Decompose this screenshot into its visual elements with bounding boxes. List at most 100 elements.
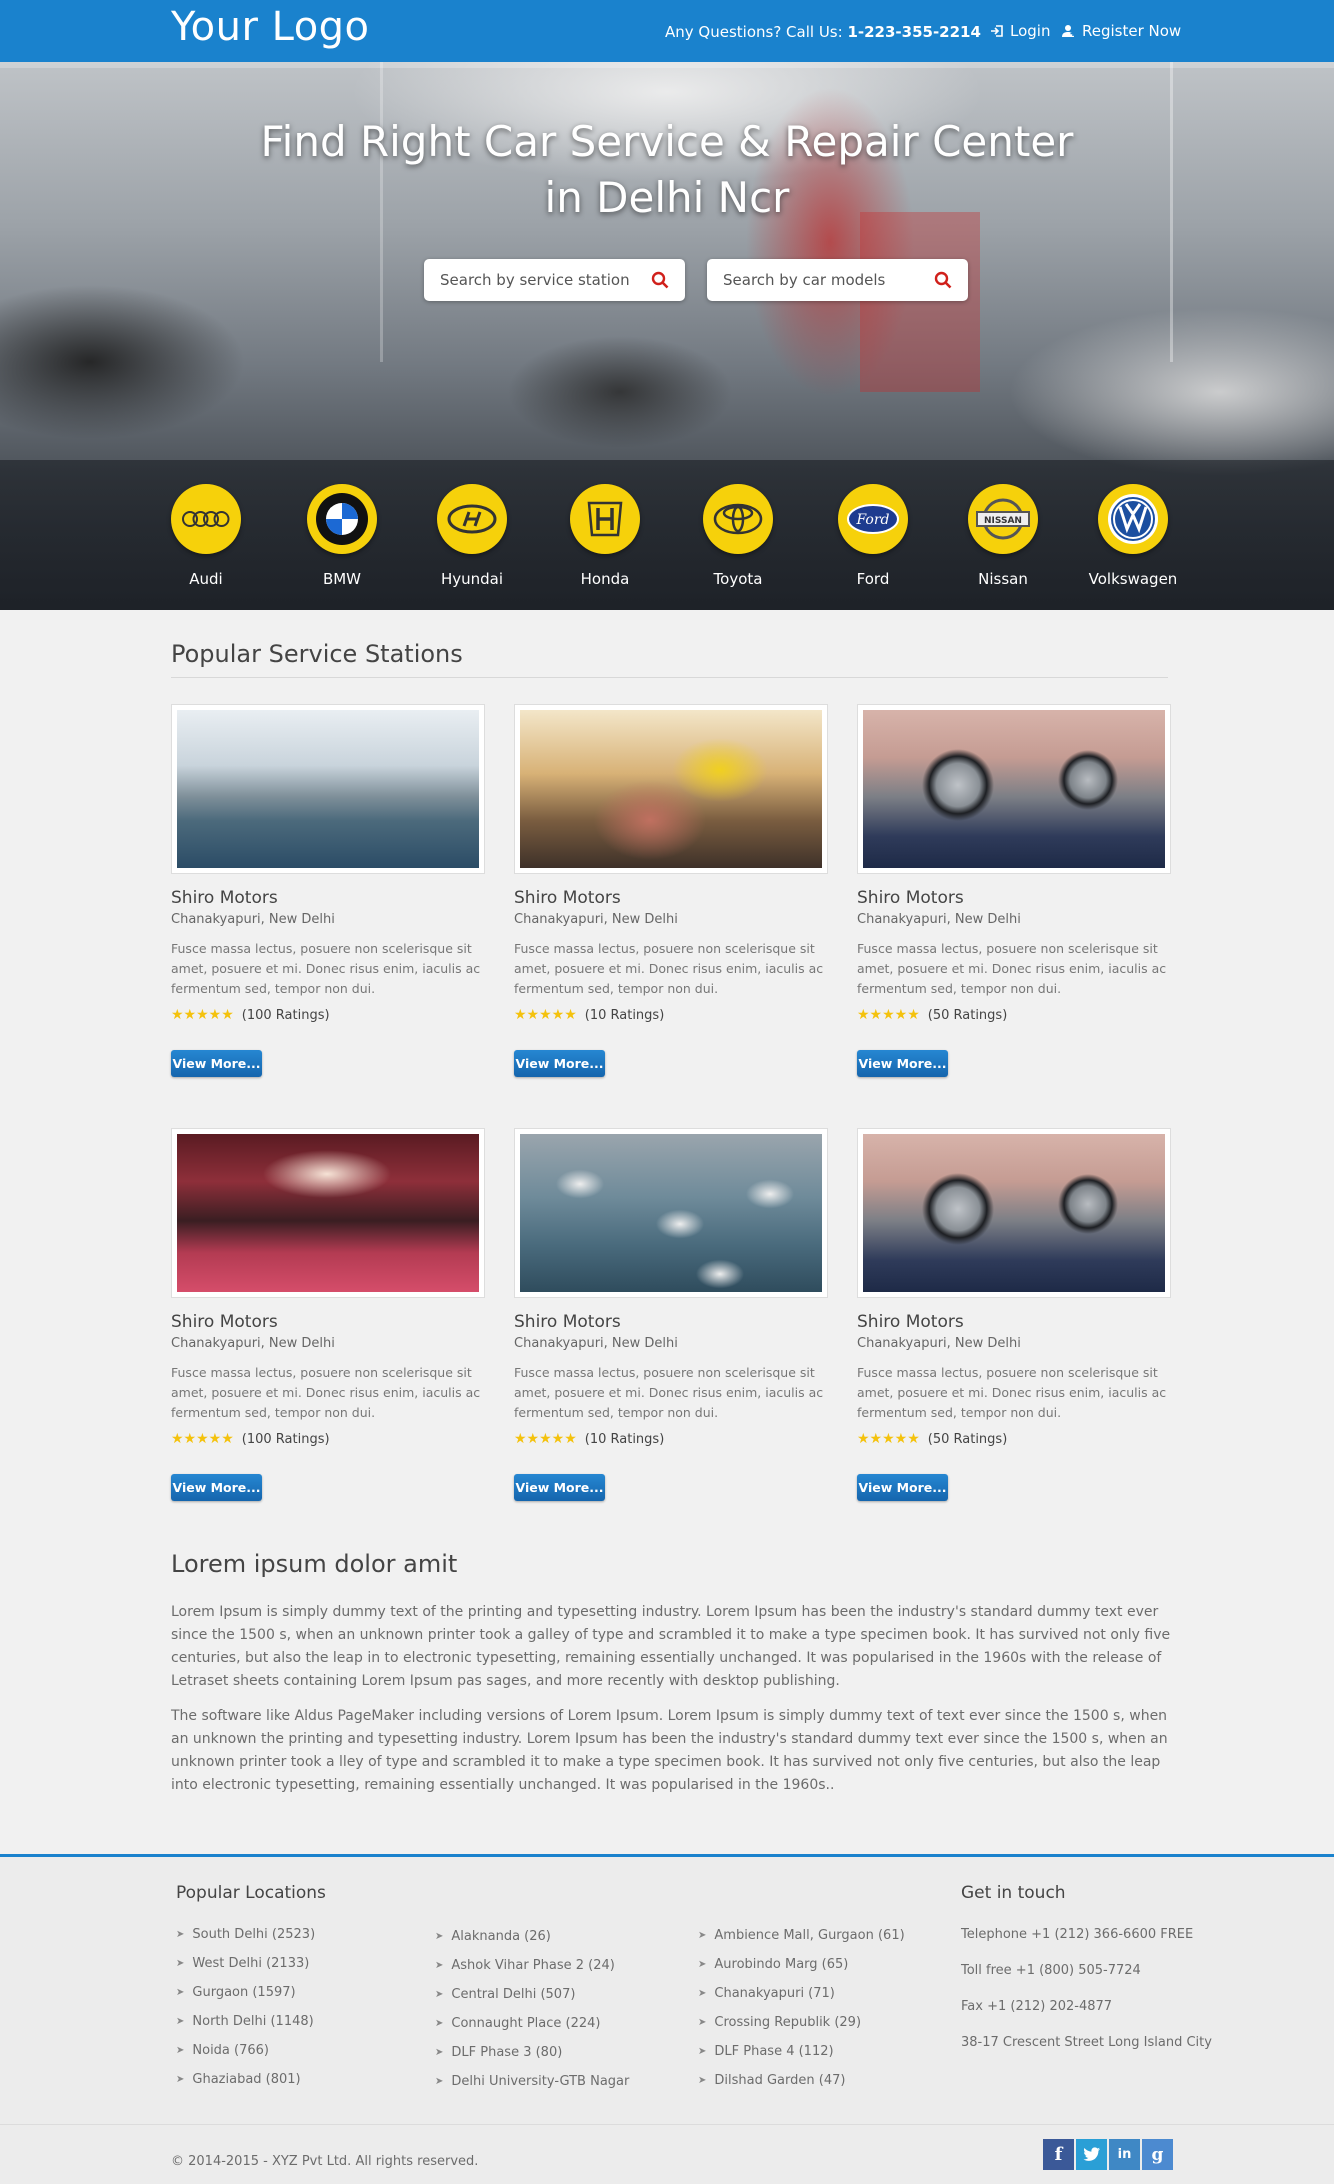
view-more-button[interactable]: View More... <box>171 1050 262 1077</box>
location-link[interactable]: ➤ Central Delhi (507) <box>435 1980 629 2009</box>
location-link[interactable]: ➤ DLF Phase 3 (80) <box>435 2038 629 2067</box>
twitter-icon[interactable] <box>1076 2139 1107 2170</box>
service-name[interactable]: Shiro Motors <box>857 888 1187 908</box>
service-image-frame[interactable] <box>857 1128 1171 1298</box>
location-link[interactable]: ➤ Alaknanda (26) <box>435 1922 629 1951</box>
phone-number[interactable]: 1-223-355-2214 <box>847 23 980 41</box>
brand-honda[interactable]: Honda <box>550 484 660 588</box>
linkedin-icon[interactable]: in <box>1109 2139 1140 2170</box>
view-more-button[interactable]: View More... <box>857 1474 948 1501</box>
service-location: Chanakyapuri, New Delhi <box>171 1336 335 1351</box>
service-name[interactable]: Shiro Motors <box>171 1312 501 1332</box>
service-description: Fusce massa lectus, posuere non sceleris… <box>857 1365 1167 1420</box>
hero-title: Find Right Car Service & Repair Center i… <box>0 114 1334 226</box>
svg-text:NISSAN: NISSAN <box>984 516 1022 526</box>
location-link[interactable]: ➤ Crossing Republik (29) <box>698 2008 905 2037</box>
car-brands-bar: Audi BMW Hyundai Honda Toyota Ford Ford … <box>0 460 1334 610</box>
rating-stars-icon: ★★★★★ <box>514 1007 577 1023</box>
service-image <box>177 710 479 868</box>
about-paragraph-2: The software like Aldus PageMaker includ… <box>171 1708 1168 1793</box>
service-rating: ★★★★★ (100 Ratings) <box>171 1431 501 1447</box>
location-link[interactable]: ➤ South Delhi (2523) <box>176 1920 315 1949</box>
google-plus-icon[interactable]: g <box>1142 2139 1173 2170</box>
service-location: Chanakyapuri, New Delhi <box>171 912 335 927</box>
location-label: Connaught Place (224) <box>451 2016 601 2031</box>
location-link[interactable]: ➤ Dilshad Garden (47) <box>698 2066 905 2095</box>
location-link[interactable]: ➤ Chanakyapuri (71) <box>698 1979 905 2008</box>
location-label: Ghaziabad (801) <box>192 2072 301 2087</box>
about-title: Lorem ipsum dolor amit <box>171 1550 458 1578</box>
site-logo[interactable]: Your Logo <box>171 4 370 50</box>
location-link[interactable]: ➤ Noida (766) <box>176 2036 315 2065</box>
location-link[interactable]: ➤ West Delhi (2133) <box>176 1949 315 1978</box>
service-image-frame[interactable] <box>171 1128 485 1298</box>
location-label: South Delhi (2523) <box>192 1927 316 1942</box>
rating-count: (50 Ratings) <box>927 1431 1008 1447</box>
service-name[interactable]: Shiro Motors <box>514 888 844 908</box>
login-link[interactable]: Login <box>990 22 1050 40</box>
location-link[interactable]: ➤ Connaught Place (224) <box>435 2009 629 2038</box>
arrow-right-icon: ➤ <box>435 1989 444 2000</box>
arrow-right-icon: ➤ <box>698 1930 707 1941</box>
location-label: Noida (766) <box>192 2043 269 2058</box>
nissan-logo-icon: NISSAN <box>968 484 1038 554</box>
service-location: Chanakyapuri, New Delhi <box>514 912 678 927</box>
rating-count: (10 Ratings) <box>584 1007 665 1023</box>
arrow-right-icon: ➤ <box>176 1929 185 1940</box>
location-link[interactable]: ➤ Gurgaon (1597) <box>176 1978 315 2007</box>
hero-title-line-2: in Delhi Ncr <box>544 173 790 222</box>
brand-name: Volkswagen <box>1088 570 1178 588</box>
register-link[interactable]: Register Now <box>1062 22 1181 40</box>
search-service-station-input[interactable]: Search by service station <box>424 259 685 301</box>
service-rating: ★★★★★ (10 Ratings) <box>514 1007 844 1023</box>
location-link[interactable]: ➤ DLF Phase 4 (112) <box>698 2037 905 2066</box>
locations-column-2: ➤ Alaknanda (26) ➤ Ashok Vihar Phase 2 (24… <box>435 1922 629 2096</box>
service-name[interactable]: Shiro Motors <box>171 888 501 908</box>
service-image <box>520 1134 822 1292</box>
contact-address: 38-17 Crescent Street Long Island City <box>961 2035 1212 2050</box>
search-icon[interactable] <box>934 271 952 289</box>
service-image <box>520 710 822 868</box>
service-rating: ★★★★★ (50 Ratings) <box>857 1007 1187 1023</box>
service-name[interactable]: Shiro Motors <box>514 1312 844 1332</box>
view-more-button[interactable]: View More... <box>171 1474 262 1501</box>
brand-toyota[interactable]: Toyota <box>683 484 793 588</box>
rating-stars-icon: ★★★★★ <box>514 1431 577 1447</box>
popular-section-title: Popular Service Stations <box>171 640 463 668</box>
popular-locations-title: Popular Locations <box>176 1883 326 1903</box>
service-image <box>177 1134 479 1292</box>
facebook-icon[interactable]: f <box>1043 2139 1074 2170</box>
view-more-button[interactable]: View More... <box>857 1050 948 1077</box>
brand-name: Honda <box>580 570 630 588</box>
location-link[interactable]: ➤ Ghaziabad (801) <box>176 2065 315 2094</box>
search-car-model-input[interactable]: Search by car models <box>707 259 968 301</box>
search-icon[interactable] <box>651 271 669 289</box>
location-link[interactable]: ➤ Ashok Vihar Phase 2 (24) <box>435 1951 629 1980</box>
bottom-bar: © 2014-2015 - XYZ Pvt Ltd. All rights re… <box>0 2124 1334 2184</box>
brand-name: BMW <box>322 570 362 588</box>
location-link[interactable]: ➤ Aurobindo Marg (65) <box>698 1950 905 1979</box>
service-image-frame[interactable] <box>171 704 485 874</box>
brand-volkswagen[interactable]: Volkswagen <box>1078 484 1188 588</box>
location-link[interactable]: ➤ North Delhi (1148) <box>176 2007 315 2036</box>
brand-bmw[interactable]: BMW <box>287 484 397 588</box>
brand-nissan[interactable]: NISSAN Nissan <box>948 484 1058 588</box>
service-name[interactable]: Shiro Motors <box>857 1312 1187 1332</box>
brand-ford[interactable]: Ford Ford <box>818 484 928 588</box>
location-link[interactable]: ➤ Delhi University-GTB Nagar <box>435 2067 629 2096</box>
location-link[interactable]: ➤ Ambience Mall, Gurgaon (61) <box>698 1921 905 1950</box>
brand-audi[interactable]: Audi <box>151 484 261 588</box>
hero-title-line-1: Find Right Car Service & Repair Center <box>260 117 1074 166</box>
view-more-button[interactable]: View More... <box>514 1474 605 1501</box>
locations-column-1: ➤ South Delhi (2523) ➤ West Delhi (2133) ➤… <box>176 1920 315 2094</box>
service-location: Chanakyapuri, New Delhi <box>514 1336 678 1351</box>
service-rating: ★★★★★ (100 Ratings) <box>171 1007 501 1023</box>
service-image-frame[interactable] <box>514 1128 828 1298</box>
brand-hyundai[interactable]: Hyundai <box>417 484 527 588</box>
service-image-frame[interactable] <box>514 704 828 874</box>
arrow-right-icon: ➤ <box>176 2074 185 2085</box>
service-image-frame[interactable] <box>857 704 1171 874</box>
top-header: Your Logo Any Questions? Call Us: 1-223-… <box>0 0 1334 62</box>
view-more-button[interactable]: View More... <box>514 1050 605 1077</box>
rating-stars-icon: ★★★★★ <box>857 1007 920 1023</box>
